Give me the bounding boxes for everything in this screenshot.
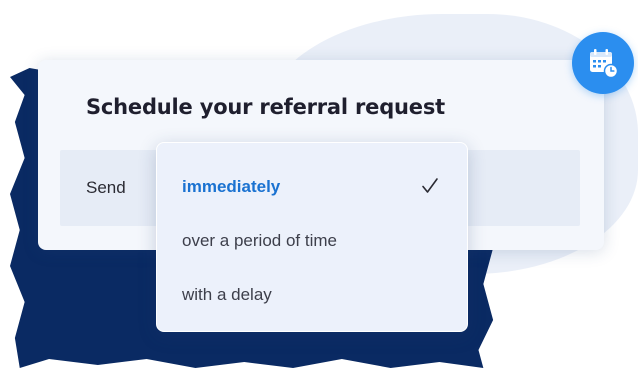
send-label: Send	[86, 178, 126, 197]
calendar-clock-icon	[590, 49, 619, 79]
option-with-a-delay[interactable]: with a delay	[182, 285, 272, 305]
send-timing-dropdown[interactable]: immediately over a period of time with a…	[156, 142, 468, 332]
calendar-badge	[572, 32, 634, 94]
card-title: Schedule your referral request	[86, 95, 445, 119]
option-immediately[interactable]: immediately	[182, 177, 280, 197]
check-icon	[422, 178, 438, 193]
option-over-a-period-of-time[interactable]: over a period of time	[182, 231, 337, 251]
